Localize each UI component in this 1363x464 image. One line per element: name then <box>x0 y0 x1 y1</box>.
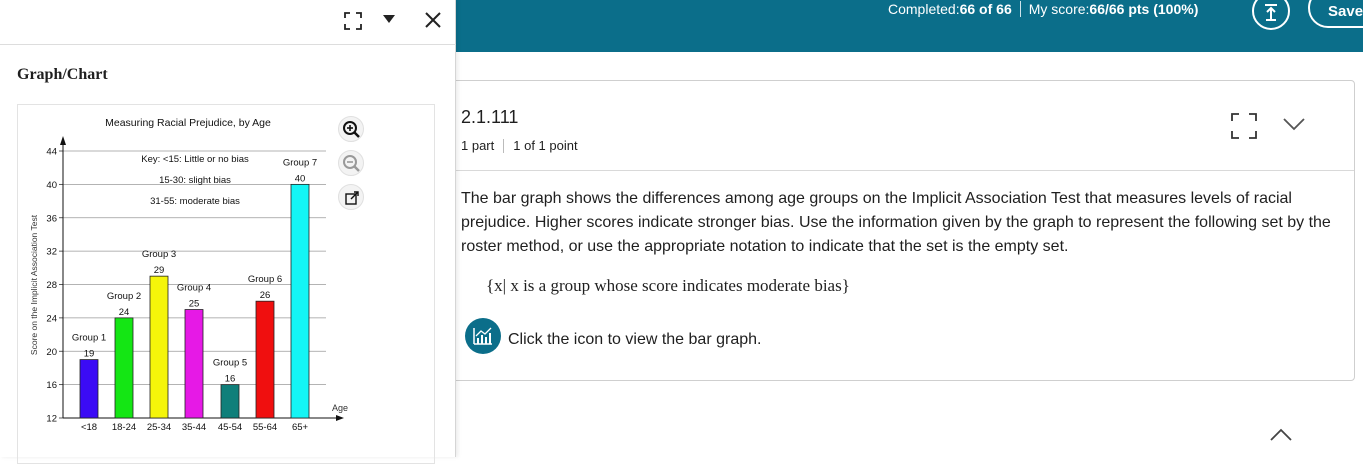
view-graph-button[interactable] <box>465 318 501 354</box>
meta-divider <box>503 138 505 153</box>
bar <box>114 317 134 419</box>
x-tick-label: 65+ <box>292 422 309 433</box>
y-tick-label: 24 <box>46 313 57 324</box>
y-tick-label: 16 <box>46 380 57 391</box>
fullscreen-icon[interactable] <box>343 11 363 31</box>
y-tick-label: 40 <box>46 180 57 191</box>
save-button[interactable]: Save <box>1308 0 1363 28</box>
expand-icon[interactable] <box>1231 113 1257 139</box>
question-text: The bar graph shows the differences amon… <box>461 190 1331 255</box>
jump-to-top-button[interactable] <box>1252 0 1290 30</box>
status-divider <box>1019 1 1021 17</box>
question-parts: 1 part <box>461 138 495 153</box>
question-header: 2.1.111 1 part 1 of 1 point <box>443 81 1354 171</box>
bar <box>149 275 169 419</box>
zoom-in-icon <box>343 121 360 138</box>
x-tick-label: 55-64 <box>253 422 277 433</box>
bar-value-label: 26 <box>260 290 271 301</box>
bar-group-label: Group 5 <box>213 358 247 369</box>
y-tick-label: 36 <box>46 213 57 224</box>
chart-key-line: Key: <15: Little or no bias <box>141 154 249 165</box>
x-axis-arrow <box>336 415 344 421</box>
x-axis-label: Age <box>332 403 348 413</box>
bar-group-label: Group 4 <box>177 283 211 294</box>
bar <box>79 359 99 419</box>
y-tick-label: 20 <box>46 347 57 358</box>
bar <box>290 183 310 419</box>
bar <box>220 384 240 419</box>
x-tick-label: 35-44 <box>182 422 206 433</box>
bar <box>255 300 275 419</box>
question-meta: 1 part 1 of 1 point <box>461 138 578 153</box>
bar-group-label: Group 3 <box>142 249 176 260</box>
zoom-out-icon <box>343 155 360 172</box>
y-tick-label: 44 <box>46 147 57 158</box>
zoom-out-button[interactable] <box>338 150 364 176</box>
bar-group-label: Group 1 <box>72 333 106 344</box>
bar-group-label: Group 6 <box>248 274 282 285</box>
graph-hint: Click the icon to view the bar graph. <box>508 331 762 348</box>
panel-toolbar <box>0 0 456 45</box>
chart-key-line: 15-30: slight bias <box>159 175 231 186</box>
bar-value-label: 29 <box>154 265 165 276</box>
bar-group-label: Group 2 <box>107 291 141 302</box>
bar-group-label: Group 7 <box>283 157 317 168</box>
graph-panel: Graph/Chart Measuring Racial Prejudice, … <box>0 0 456 464</box>
progress-status: Completed: 66 of 66 My score: 66/66 pts … <box>888 1 1198 17</box>
bar-chart: Measuring Racial Prejudice, by Age 12 16 20… <box>29 117 348 433</box>
score-value: 66/66 pts (100%) <box>1089 1 1199 17</box>
y-tick-label: 12 <box>46 414 57 425</box>
set-notation: {x| x is a group whose score indicates m… <box>486 276 850 295</box>
bar <box>184 309 204 419</box>
bar-value-label: 40 <box>295 173 306 184</box>
bar-value-label: 19 <box>84 349 95 360</box>
question-points: 1 of 1 point <box>513 138 578 153</box>
x-tick-label: 18-24 <box>112 422 136 433</box>
panel-title: Graph/Chart <box>17 66 108 83</box>
question-number: 2.1.111 <box>461 107 519 127</box>
bar-value-label: 25 <box>189 299 200 310</box>
close-icon[interactable] <box>424 11 442 29</box>
chart-icon <box>473 327 492 345</box>
completed-label: Completed: <box>888 1 960 17</box>
open-external-button[interactable] <box>338 184 364 210</box>
x-tick-label: 25-34 <box>147 422 171 433</box>
caret-down-icon[interactable] <box>382 14 396 24</box>
x-tick-label: <18 <box>81 422 97 433</box>
y-tick-label: 28 <box>46 280 57 291</box>
external-link-icon <box>345 191 359 205</box>
bar-value-label: 16 <box>225 374 236 385</box>
chart-title: Measuring Racial Prejudice, by Age <box>105 117 271 129</box>
y-axis-arrow <box>60 136 66 145</box>
upload-arrow-icon <box>1265 4 1277 21</box>
question-card: 2.1.111 1 part 1 of 1 point The bar grap… <box>442 80 1355 381</box>
y-tick-label: 32 <box>46 247 57 258</box>
bar-value-label: 24 <box>119 307 130 318</box>
x-tick-label: 45-54 <box>218 422 242 433</box>
completed-value: 66 of 66 <box>959 1 1012 17</box>
chevron-up-icon[interactable] <box>1270 428 1292 442</box>
score-label: My score: <box>1028 1 1090 17</box>
zoom-in-button[interactable] <box>338 116 364 142</box>
chart-key-line: 31-55: moderate bias <box>150 196 240 207</box>
chevron-down-icon[interactable] <box>1283 117 1305 131</box>
chart-container: Measuring Racial Prejudice, by Age 12 16 20… <box>17 104 435 464</box>
y-axis-label: Score on the Implicit Association Test <box>29 214 39 355</box>
